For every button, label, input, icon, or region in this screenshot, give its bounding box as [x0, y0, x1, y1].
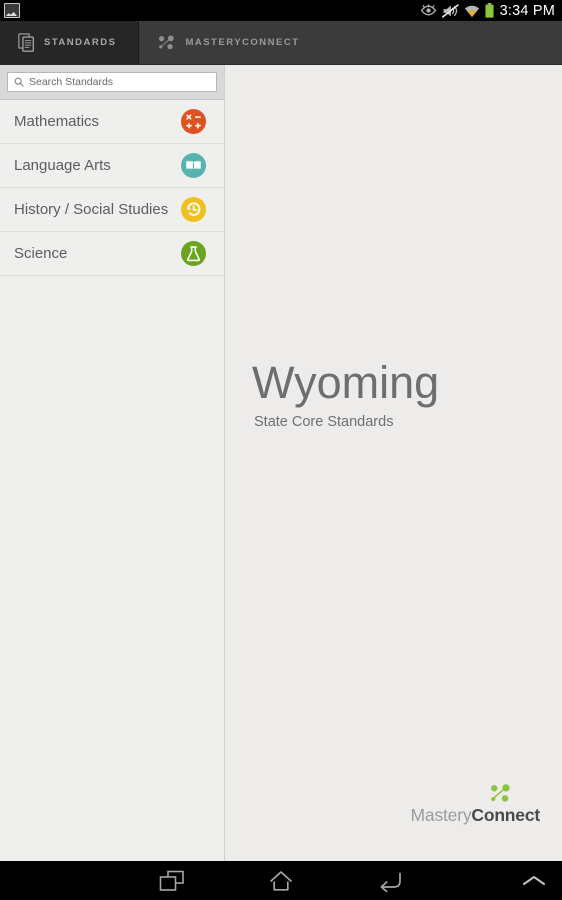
content-panel: Wyoming State Core Standards MasteryConn…	[225, 65, 562, 861]
app-tab-bar: STANDARDS MASTERYCONNECT	[0, 21, 562, 65]
flask-icon	[181, 241, 206, 266]
search-box[interactable]	[7, 72, 217, 92]
sidebar-item-mathematics[interactable]: Mathematics	[0, 100, 224, 144]
subject-label: Language Arts	[14, 157, 111, 174]
android-nav-bar	[0, 861, 562, 900]
tablet-screen: 3:34 PM STANDARDS MASTERYCONNECT Search …	[0, 0, 562, 900]
brand-name-light: Mastery	[410, 805, 472, 825]
subject-label: History / Social Studies	[14, 201, 169, 218]
state-heading-block: Wyoming State Core Standards	[252, 360, 439, 430]
search-icon	[14, 77, 24, 87]
tab-masteryconnect-label: MASTERYCONNECT	[185, 37, 300, 48]
search-container	[0, 65, 224, 100]
page-subtitle: State Core Standards	[254, 414, 394, 430]
wifi-icon	[464, 5, 479, 17]
chevron-up-icon	[523, 875, 545, 885]
subject-label: Mathematics	[14, 113, 100, 130]
status-bar-clock: 3:34 PM	[499, 2, 555, 19]
nodes-icon	[159, 35, 175, 50]
battery-icon	[485, 3, 494, 18]
status-bar-notifications	[4, 3, 20, 18]
brand-wordmark: MasteryConnect	[410, 805, 541, 826]
sidebar-item-history-social-studies[interactable]: History / Social Studies	[0, 188, 224, 232]
tab-standards-label: STANDARDS	[44, 37, 117, 48]
volume-mute-icon	[441, 3, 459, 18]
expand-button[interactable]	[506, 861, 562, 900]
status-bar: 3:34 PM	[0, 0, 562, 21]
tab-masteryconnect[interactable]: MASTERYCONNECT	[139, 21, 321, 64]
screenshot-image-icon	[4, 3, 20, 18]
tab-standards[interactable]: STANDARDS	[0, 21, 140, 64]
open-book-icon	[181, 153, 206, 178]
sidebar-item-science[interactable]: Science	[0, 232, 224, 276]
main-area: Mathematics	[0, 65, 562, 861]
page-title: Wyoming	[252, 357, 440, 408]
masteryconnect-logo: MasteryConnect	[411, 782, 540, 826]
sidebar: Mathematics	[0, 65, 225, 861]
home-icon	[269, 870, 293, 891]
math-operators-icon	[181, 109, 206, 134]
documents-icon	[18, 33, 35, 52]
subject-list: Mathematics Language Arts History / Soci…	[0, 100, 224, 276]
search-input[interactable]	[24, 76, 216, 88]
clock-history-icon	[181, 197, 206, 222]
brand-name-bold: Connect	[471, 805, 540, 825]
back-icon	[380, 872, 401, 892]
subject-label: Science	[14, 245, 68, 262]
home-button[interactable]	[251, 861, 311, 900]
sidebar-item-language-arts[interactable]: Language Arts	[0, 144, 224, 188]
status-bar-system-icons: 3:34 PM	[420, 3, 555, 19]
back-button[interactable]	[360, 861, 420, 900]
nodes-logo-icon	[491, 784, 510, 802]
recents-button[interactable]	[142, 861, 202, 900]
eye-icon	[420, 4, 436, 16]
recents-icon	[159, 870, 184, 891]
